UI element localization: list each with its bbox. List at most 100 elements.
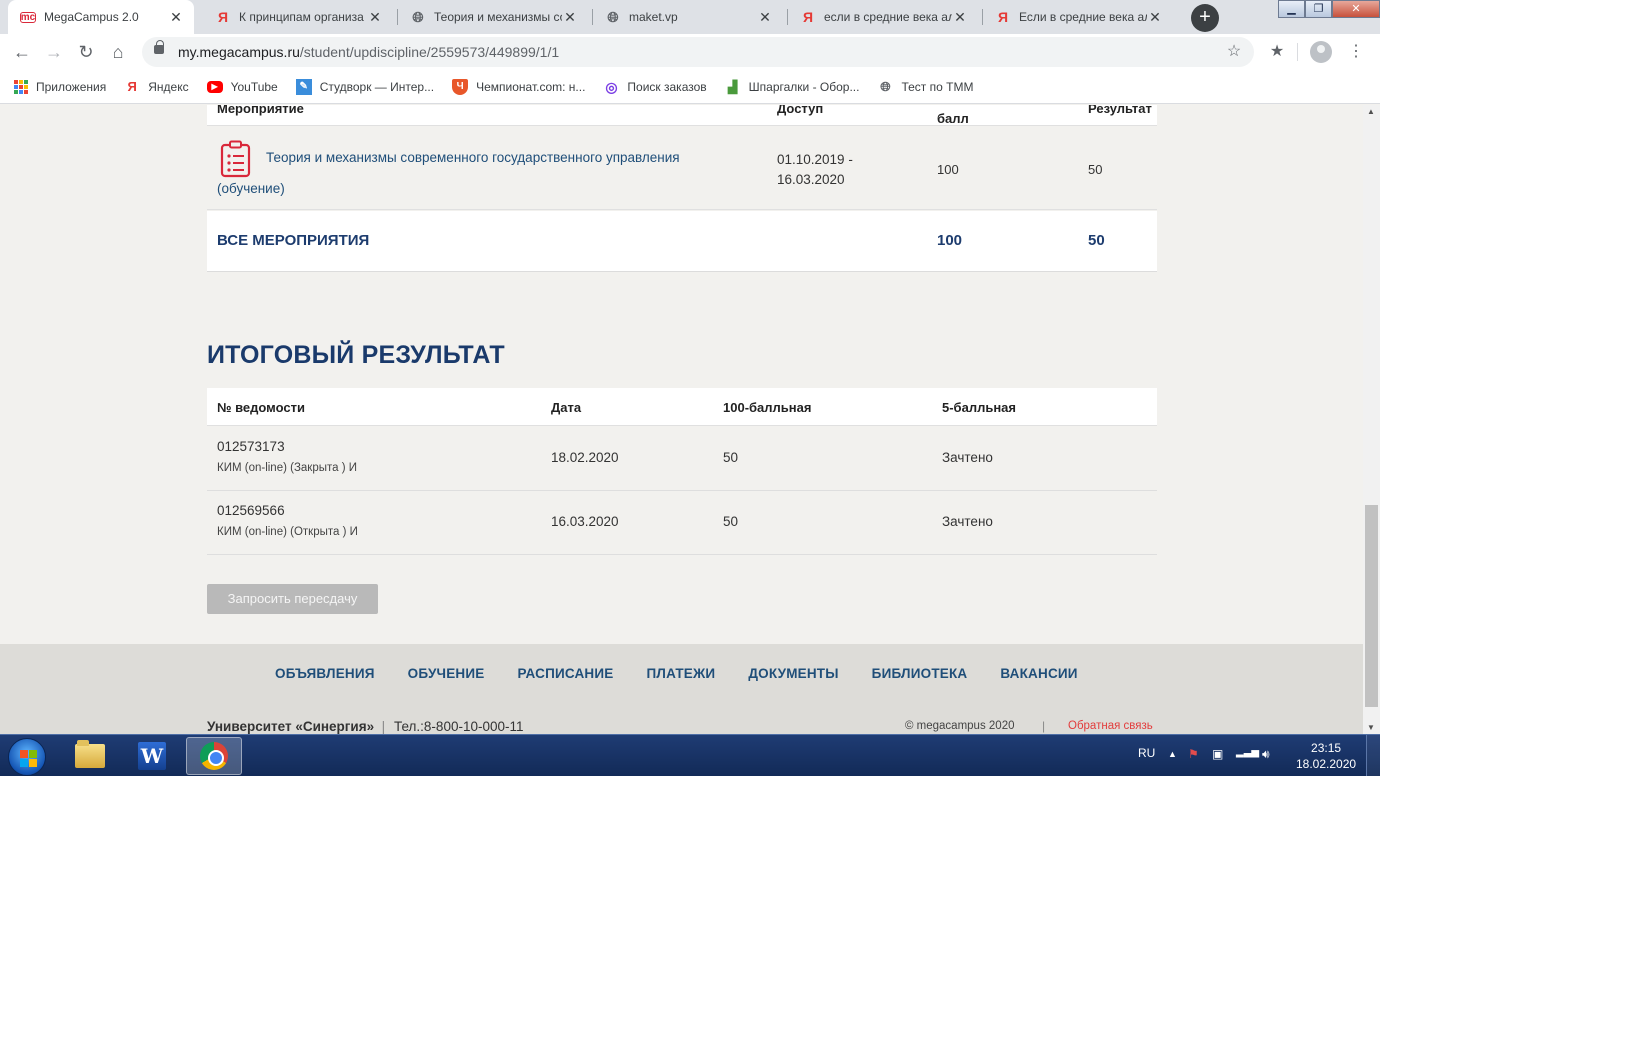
scroll-up-arrow-icon[interactable]: ▲ — [1367, 107, 1375, 116]
championat-icon: Ч — [452, 78, 469, 95]
close-icon[interactable]: ✕ — [952, 9, 968, 26]
header-sheet-number: № ведомости — [217, 400, 305, 415]
access-to: 16.03.2020 — [777, 172, 845, 187]
tab-maket[interactable]: 🌐︎ maket.vp ✕ — [593, 0, 783, 34]
event-title-link[interactable]: Теория и механизмы современного государс… — [266, 148, 736, 168]
tab-title: maket.vp — [629, 10, 678, 24]
request-retake-button[interactable]: Запросить пересдачу — [207, 584, 378, 614]
clock-date: 18.02.2020 — [1296, 757, 1357, 771]
language-indicator[interactable]: RU — [1138, 746, 1155, 760]
bookmark-label: Поиск заказов — [627, 79, 707, 94]
close-icon[interactable]: ✕ — [367, 9, 383, 26]
device-icon[interactable]: ▣ — [1212, 747, 1223, 761]
home-icon[interactable]: ⌂ — [106, 40, 130, 64]
system-clock[interactable]: 23:15 18.02.2020 — [1296, 740, 1356, 772]
profile-avatar[interactable] — [1310, 41, 1332, 63]
footer-link-schedule[interactable]: РАСПИСАНИЕ — [517, 666, 613, 681]
bookmark-studwork[interactable]: ✎ Студворк — Интер... — [295, 78, 435, 95]
footer-link-vacancies[interactable]: ВАКАНСИИ — [1000, 666, 1077, 681]
tab-middle-ages-1[interactable]: Я если в средние века ал ✕ — [788, 0, 978, 34]
show-desktop-button[interactable] — [1366, 735, 1380, 776]
sheet-date: 16.03.2020 — [551, 514, 619, 529]
bookmark-cheatsheets[interactable]: ▟ Шпаргалки - Обор... — [725, 79, 859, 95]
header-date: Дата — [551, 400, 582, 415]
scrollbar-thumb[interactable] — [1365, 505, 1378, 707]
volume-icon[interactable]: 🔊︎ — [1262, 747, 1270, 762]
activities-table: Мероприятие Доступ балл Результат Теория… — [207, 105, 1157, 277]
page-viewport: Мероприятие Доступ балл Результат Теория… — [0, 105, 1380, 734]
university-name: Университет «Синергия» | — [207, 719, 386, 734]
sheet-note: КИМ (on-line) (Закрыта ) И — [217, 462, 357, 474]
taskbar-word[interactable]: W — [124, 737, 180, 775]
close-icon[interactable]: ✕ — [1147, 9, 1163, 26]
bookmark-championat[interactable]: Ч Чемпионат.com: н... — [452, 78, 586, 95]
footer-link-documents[interactable]: ДОКУМЕНТЫ — [748, 666, 838, 681]
total-max-score: 100 — [937, 232, 963, 249]
bookmarks-bar: Приложения Я Яндекс ▶ YouTube ✎ Студворк… — [0, 70, 1380, 104]
tab-middle-ages-2[interactable]: Я Если в средние века ал ✕ — [983, 0, 1173, 34]
page-scrollbar[interactable]: ▲ ▼ — [1363, 105, 1380, 734]
close-icon[interactable]: ✕ — [562, 9, 578, 26]
close-window-icon[interactable]: ✕ — [1332, 0, 1380, 18]
forward-arrow-icon[interactable]: → — [42, 40, 66, 64]
network-signal-icon[interactable]: ▂▃▅ — [1236, 747, 1259, 758]
footer-link-payments[interactable]: ПЛАТЕЖИ — [647, 666, 716, 681]
restore-icon[interactable]: ❐ — [1305, 0, 1332, 18]
megacampus-icon: mc — [20, 11, 36, 23]
show-hidden-icons-icon[interactable]: ▲ — [1168, 749, 1177, 759]
extension-icon[interactable]: ★ — [1265, 40, 1289, 64]
sheet-date: 18.02.2020 — [551, 450, 619, 465]
footer-link-education[interactable]: ОБУЧЕНИЕ — [408, 666, 485, 681]
table-row: 012573173 КИМ (on-line) (Закрыта ) И 18.… — [207, 427, 1157, 491]
feedback-link[interactable]: Обратная связь — [1068, 720, 1153, 732]
sheet-score-5: Зачтено — [942, 514, 993, 529]
bookmark-label: Студворк — Интер... — [319, 79, 435, 94]
close-icon[interactable]: ✕ — [757, 9, 773, 26]
search-orders-icon: ◎ — [605, 78, 618, 95]
tab-principles[interactable]: Я К принципам организа ✕ — [203, 0, 393, 34]
bookmark-label: Чемпионат.com: н... — [476, 79, 586, 94]
event-max-score: 100 — [937, 162, 959, 177]
tab-title: MegaCampus 2.0 — [44, 10, 139, 24]
tab-theory[interactable]: 🌐︎ Теория и механизмы со ✕ — [398, 0, 588, 34]
url-text: my.megacampus.ru/student/updiscipline/25… — [178, 44, 560, 60]
bookmark-tmm-test[interactable]: 🌐︎ Тест по ТММ — [877, 79, 973, 95]
bookmark-yandex[interactable]: Я Яндекс — [124, 79, 189, 95]
taskbar-explorer[interactable] — [62, 737, 118, 775]
event-result: 50 — [1088, 162, 1103, 177]
action-center-icon[interactable]: ⚑ — [1188, 747, 1199, 761]
taskbar-chrome[interactable] — [186, 737, 242, 775]
chrome-icon — [200, 742, 228, 770]
bookmark-label: Яндекс — [148, 79, 189, 94]
yandex-icon: Я — [217, 9, 229, 25]
footer-link-announcements[interactable]: ОБЪЯВЛЕНИЯ — [275, 666, 375, 681]
scroll-down-arrow-icon[interactable]: ▼ — [1367, 723, 1375, 732]
minimize-icon[interactable]: ▁ — [1278, 0, 1305, 18]
bookmark-youtube[interactable]: ▶ YouTube — [206, 80, 278, 94]
lock-icon — [154, 40, 164, 54]
bookmark-apps[interactable]: Приложения — [14, 79, 106, 94]
menu-dots-icon[interactable]: ⋮ — [1344, 40, 1368, 64]
footer-link-library[interactable]: БИБЛИОТЕКА — [872, 666, 968, 681]
address-bar[interactable]: my.megacampus.ru/student/updiscipline/25… — [142, 37, 1254, 67]
table-row: 012569566 КИМ (on-line) (Открыта ) И 16.… — [207, 491, 1157, 555]
sheet-score-100: 50 — [723, 514, 739, 529]
header-result: Результат — [1088, 105, 1152, 116]
header-score-100: 100-балльная — [723, 400, 812, 415]
sheet-score-100: 50 — [723, 450, 739, 465]
tab-strip: mc MegaCampus 2.0 ✕ Я К принципам органи… — [0, 0, 1380, 34]
close-icon[interactable]: ✕ — [168, 9, 184, 26]
back-arrow-icon[interactable]: ← — [10, 40, 34, 64]
bookmark-search-orders[interactable]: ◎ Поиск заказов — [603, 79, 706, 95]
tab-megacampus[interactable]: mc MegaCampus 2.0 ✕ — [8, 0, 194, 34]
star-bookmark-icon[interactable]: ☆ — [1222, 40, 1246, 64]
footer-separator: | — [1042, 719, 1046, 733]
folder-icon — [75, 740, 105, 768]
windows-start-button[interactable] — [8, 738, 46, 776]
windows-taskbar: W RU ▲ ⚑ ▣ ▂▃▅ 🔊︎ 23:15 18.02.2020 — [0, 734, 1380, 776]
new-tab-button[interactable]: + — [1191, 4, 1219, 32]
clock-time: 23:15 — [1311, 741, 1342, 755]
word-icon: W — [138, 742, 166, 770]
table-row: Теория и механизмы современного государс… — [207, 126, 1157, 210]
reload-icon[interactable]: ↻ — [74, 40, 98, 64]
